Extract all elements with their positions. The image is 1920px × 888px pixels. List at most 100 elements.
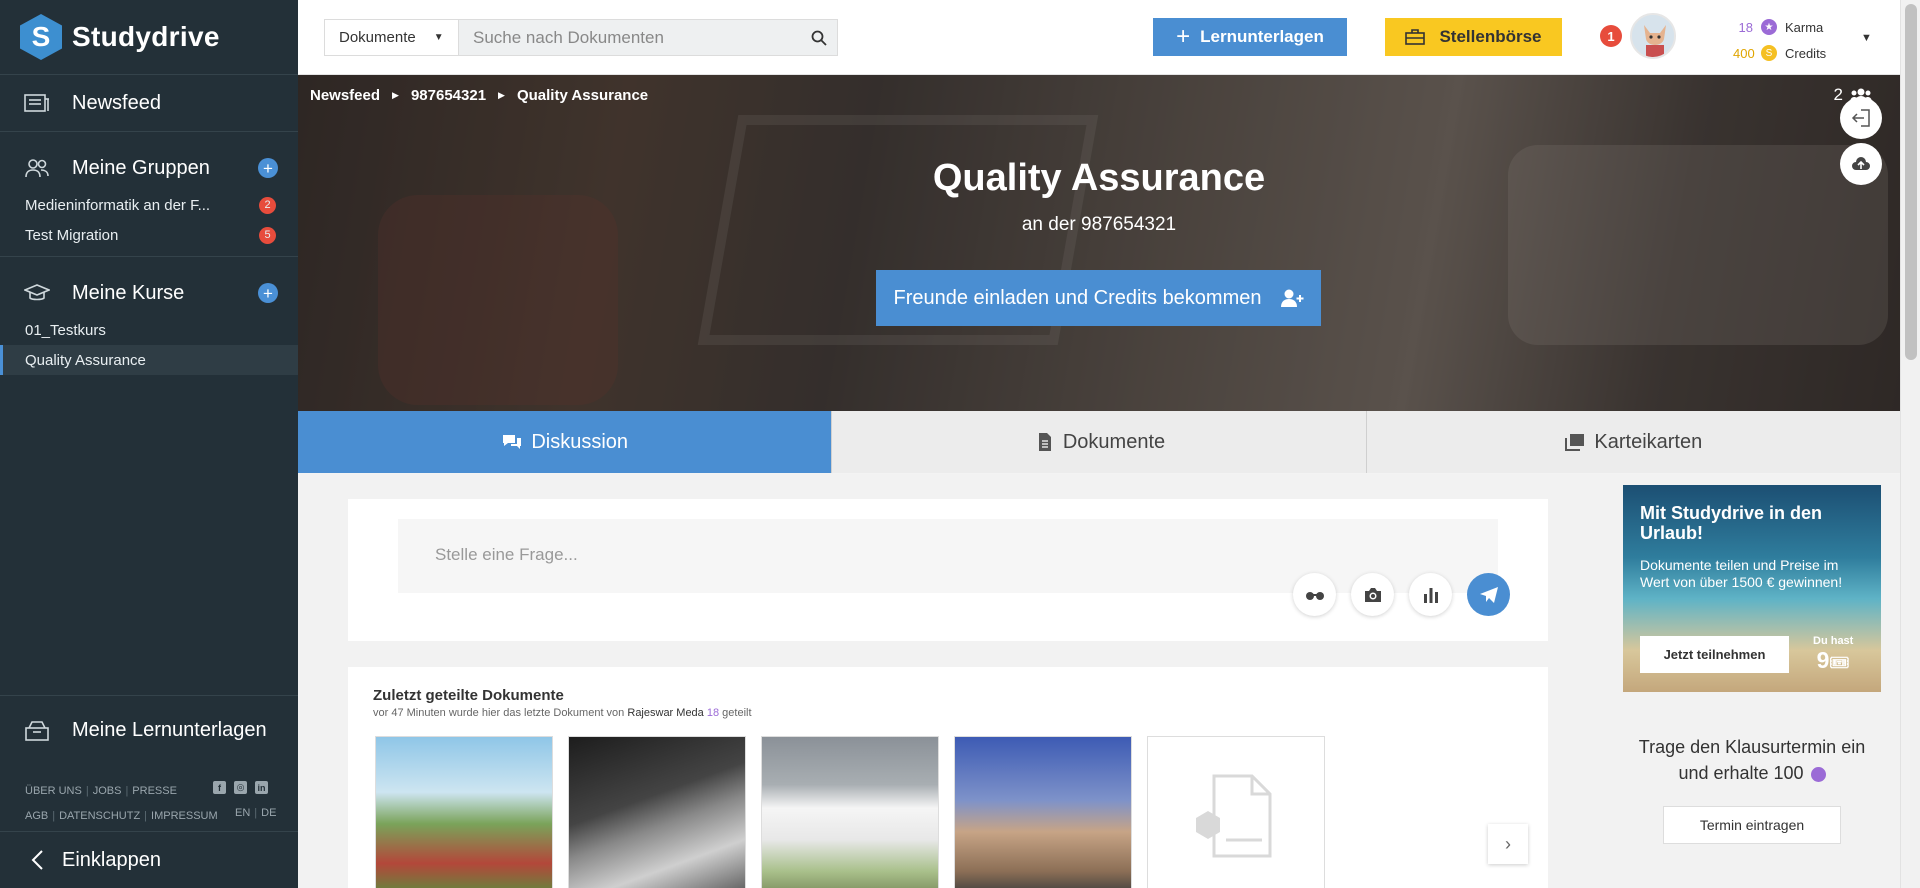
social-links: f ◎ in — [213, 781, 268, 794]
camera-icon — [1364, 587, 1381, 602]
footer-link-jobs[interactable]: JOBS — [93, 785, 122, 797]
footer-link-privacy[interactable]: DATENSCHUTZ — [59, 810, 140, 822]
footer-link-imprint[interactable]: IMPRESSUM — [151, 810, 218, 822]
lang-de[interactable]: DE — [261, 807, 276, 819]
avatar[interactable] — [1630, 13, 1676, 59]
footer-link-about[interactable]: ÜBER UNS — [25, 785, 82, 797]
search-input[interactable]: Suche nach Dokumenten — [459, 19, 838, 56]
invite-friends-button[interactable]: Freunde einladen und Credits bekommen — [876, 270, 1321, 326]
document-thumbnail[interactable] — [375, 736, 553, 888]
sidebar-course-item[interactable]: 01_Testkurs — [0, 315, 298, 345]
collapse-sidebar-button[interactable]: Einklappen — [0, 831, 298, 888]
credits-value: 400 — [1733, 45, 1755, 61]
scrollbar-thumb[interactable] — [1905, 4, 1917, 360]
caret-down-icon: ▼ — [433, 32, 444, 43]
document-thumbnail[interactable] — [761, 736, 939, 888]
promo-banner: Mit Studydrive in den Urlaub! Dokumente … — [1623, 485, 1881, 692]
separator: | — [85, 785, 89, 797]
tab-documents[interactable]: Dokumente — [832, 411, 1367, 473]
tab-flashcards[interactable]: Karteikarten — [1366, 411, 1900, 473]
footer-link-agb[interactable]: AGB — [25, 810, 48, 822]
exam-date-box: Trage den Klausurtermin ein und erhalte … — [1623, 734, 1881, 844]
next-documents-button[interactable]: › — [1488, 824, 1528, 864]
facebook-icon[interactable]: f — [213, 781, 226, 794]
courses-header[interactable]: Meine Kurse + — [0, 271, 298, 315]
sidebar-item-my-materials[interactable]: Meine Lernunterlagen — [0, 695, 298, 765]
lang-en[interactable]: EN — [235, 807, 250, 819]
main-content: Stelle eine Frage... Zuletzt geteilte Do… — [298, 474, 1900, 888]
briefcase-icon — [1405, 29, 1426, 45]
glasses-icon — [1305, 591, 1324, 600]
file-icon — [1038, 433, 1051, 451]
sidebar-course-item-active[interactable]: Quality Assurance — [0, 345, 298, 375]
tab-label: Karteikarten — [1594, 430, 1703, 453]
breadcrumb-item[interactable]: Newsfeed — [310, 87, 380, 104]
group-label: Medieninformatik an der F... — [25, 196, 211, 214]
add-exam-date-button[interactable]: Termin eintragen — [1663, 806, 1841, 844]
unread-badge: 5 — [259, 226, 276, 244]
instagram-icon[interactable]: ◎ — [234, 781, 247, 794]
button-label: Stellenbörse — [1439, 27, 1542, 46]
member-count-value: 2 — [1833, 85, 1843, 104]
groups-section: Meine Gruppen + Medieninformatik an der … — [0, 132, 298, 257]
credits-stat: 400 S Credits — [1733, 40, 1826, 66]
caret-right-icon: ▶ — [392, 90, 399, 100]
document-placeholder-icon — [1196, 774, 1272, 858]
separator: | — [254, 807, 258, 819]
notification-badge[interactable]: 1 — [1600, 25, 1622, 47]
sidebar-group-item[interactable]: Test Migration 5 — [0, 220, 298, 250]
add-materials-button[interactable]: + Lernunterlagen — [1153, 18, 1347, 56]
karma-value: 18 — [1738, 19, 1753, 35]
sign-out-icon — [1851, 109, 1870, 127]
exam-text: Trage den Klausurtermin ein und erhalte … — [1623, 734, 1881, 786]
page-scrollbar[interactable] — [1900, 0, 1920, 888]
add-poll-button[interactable] — [1409, 573, 1452, 616]
section-title: Zuletzt geteilte Dokumente — [373, 687, 564, 704]
footer-link-press[interactable]: PRESSE — [132, 785, 177, 797]
page-title: Quality Assurance — [932, 157, 1266, 199]
sidebar-group-item[interactable]: Medieninformatik an der F... 2 — [0, 190, 298, 220]
add-course-button[interactable]: + — [258, 283, 278, 303]
breadcrumb: Newsfeed ▶ 987654321 ▶ Quality Assurance — [310, 87, 648, 104]
anonymous-button[interactable] — [1293, 573, 1336, 616]
chevron-left-icon — [31, 850, 43, 870]
leave-course-button[interactable] — [1840, 97, 1882, 139]
user-stats[interactable]: 18 ★ Karma 400 S Credits — [1733, 14, 1826, 66]
exam-text-value: Trage den Klausurtermin ein und erhalte … — [1638, 737, 1866, 783]
course-label: Quality Assurance — [25, 351, 146, 369]
sidebar-item-newsfeed[interactable]: Newsfeed — [0, 75, 298, 132]
job-board-button[interactable]: Stellenbörse — [1385, 18, 1562, 56]
separator: | — [144, 810, 148, 822]
user-menu-chevron-down-icon[interactable]: ▼ — [1861, 32, 1872, 44]
logo[interactable]: S Studydrive — [0, 0, 298, 75]
section-subtitle: vor 47 Minuten wurde hier das letzte Dok… — [373, 707, 752, 719]
tab-discussion[interactable]: Diskussion — [298, 411, 833, 473]
graduation-cap-icon — [24, 284, 50, 301]
clone-icon — [1565, 434, 1585, 451]
groups-header[interactable]: Meine Gruppen + — [0, 146, 298, 190]
user-link[interactable]: Rajeswar Meda — [627, 707, 703, 719]
newspaper-icon — [24, 94, 49, 112]
document-thumbnail[interactable] — [568, 736, 746, 888]
credits-label: Credits — [1785, 45, 1827, 61]
unread-badge: 2 — [259, 196, 276, 214]
subtitle-text: geteilt — [722, 707, 752, 719]
promo-text: Dokumente teilen und Preise im Wert von … — [1640, 557, 1843, 590]
promo-title: Mit Studydrive in den Urlaub! — [1640, 503, 1823, 543]
document-thumbnail[interactable] — [954, 736, 1132, 888]
search-type-select[interactable]: Dokumente ▼ — [324, 19, 459, 56]
karma-icon: ★ — [1761, 19, 1777, 35]
box-icon — [25, 720, 49, 741]
document-thumbnail[interactable] — [1147, 736, 1325, 888]
participate-button[interactable]: Jetzt teilnehmen — [1640, 636, 1789, 673]
search-icon[interactable] — [811, 30, 827, 46]
send-question-button[interactable] — [1467, 573, 1510, 616]
chevron-right-icon: › — [1505, 833, 1511, 854]
breadcrumb-item[interactable]: 987654321 — [411, 87, 486, 104]
add-photo-button[interactable] — [1351, 573, 1394, 616]
tickets-label: Du hast — [1813, 635, 1854, 647]
linkedin-icon[interactable]: in — [255, 781, 268, 794]
topbar: Dokumente ▼ Suche nach Dokumenten + Lern… — [298, 0, 1900, 75]
button-label: Lernunterlagen — [1200, 27, 1324, 46]
add-group-button[interactable]: + — [258, 158, 278, 178]
